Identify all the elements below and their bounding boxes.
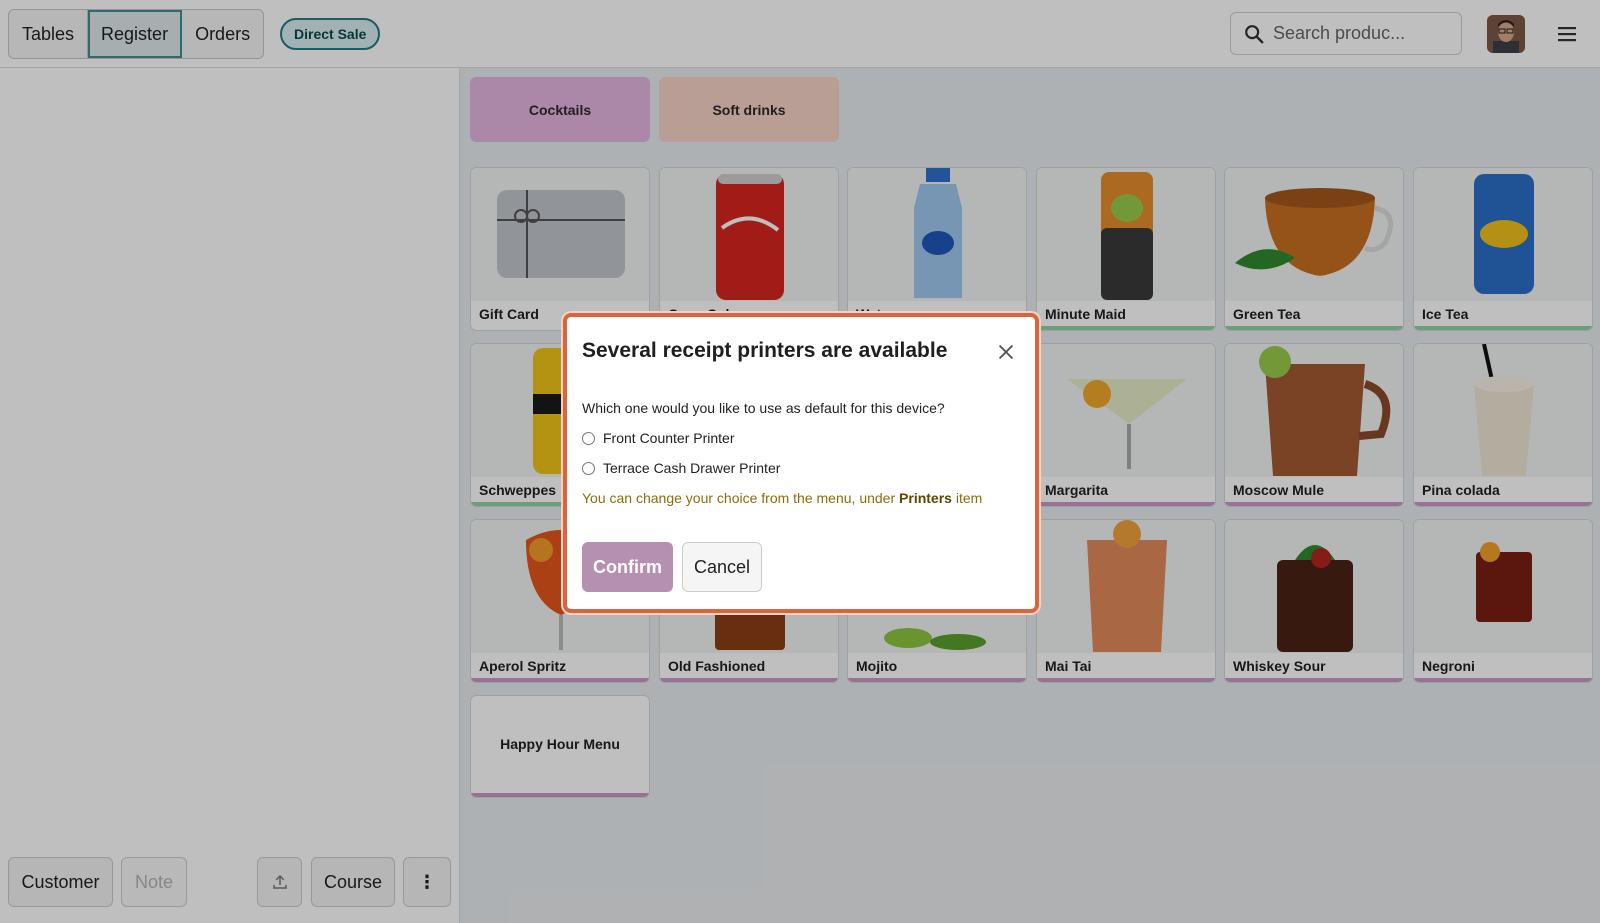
hint-suffix: item [955,490,983,506]
close-icon[interactable] [995,341,1017,363]
dialog-question: Which one would you like to use as defau… [582,400,945,416]
hint-prefix: You can change your choice from the menu… [582,490,896,506]
hint-printers-link: Printers [899,490,952,506]
dialog-title: Several receipt printers are available [582,339,948,362]
radio-button[interactable] [582,431,595,445]
printer-selection-dialog: Several receipt printers are available W… [563,313,1039,613]
confirm-button[interactable]: Confirm [582,542,673,592]
printer-option-terrace-cash-drawer[interactable]: Terrace Cash Drawer Printer [582,460,780,476]
radio-button[interactable] [582,461,595,475]
cancel-button[interactable]: Cancel [682,542,762,592]
printer-option-label: Front Counter Printer [603,430,735,446]
printer-option-front-counter[interactable]: Front Counter Printer [582,430,735,446]
dialog-hint: You can change your choice from the menu… [582,490,982,506]
printer-option-label: Terrace Cash Drawer Printer [603,460,781,476]
